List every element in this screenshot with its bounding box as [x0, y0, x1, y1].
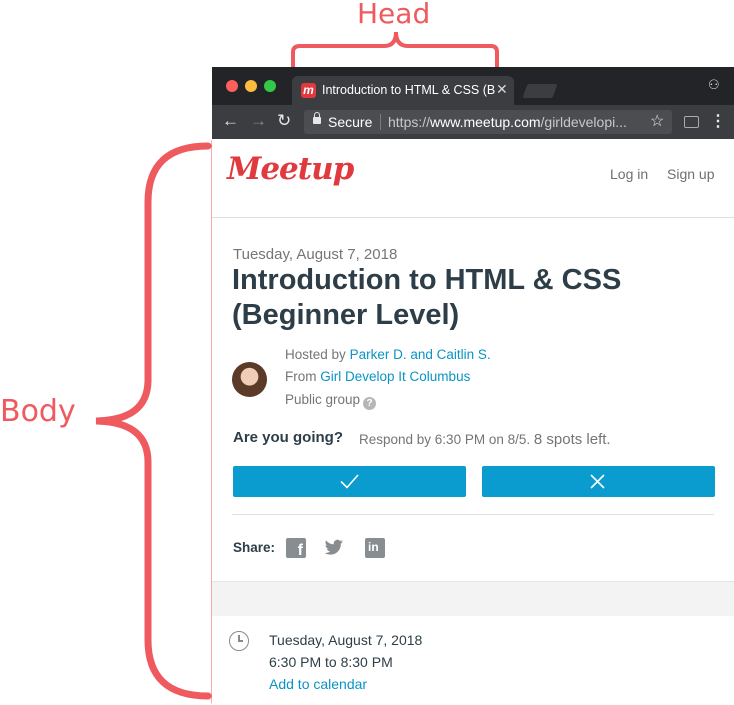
forward-arrow-icon[interactable]: →: [250, 111, 267, 131]
signup-link[interactable]: Sign up: [667, 166, 714, 182]
browser-toolbar: ← → ↻ Secure https://www.meetup.com/girl…: [212, 105, 734, 139]
spots-left: 8 spots left.: [533, 431, 611, 448]
secure-label: Secure: [328, 114, 373, 130]
zoom-window-button[interactable]: [264, 80, 276, 92]
detail-time: 6:30 PM to 8:30 PM: [269, 654, 393, 670]
share-label: Share:: [233, 540, 276, 555]
detail-date: Tuesday, August 7, 2018: [269, 632, 423, 648]
event-date: Tuesday, August 7, 2018: [233, 246, 398, 263]
meetup-favicon-icon: m: [301, 83, 316, 98]
hosted-by-line: Hosted by Parker D. and Caitlin S.: [285, 347, 491, 362]
from-label: From: [285, 369, 317, 384]
tab-title: Introduction to HTML & CSS (B: [322, 83, 496, 97]
facebook-icon[interactable]: f: [286, 538, 306, 559]
meetup-logo[interactable]: Meetup: [227, 151, 354, 187]
share-divider: [232, 514, 714, 515]
url-prefix: https://: [388, 114, 431, 130]
help-icon[interactable]: ?: [363, 397, 377, 410]
active-tab[interactable]: m Introduction to HTML & CSS (B ✕: [292, 76, 514, 105]
menu-icon[interactable]: ⋮: [710, 111, 726, 131]
login-link[interactable]: Log in: [610, 166, 648, 182]
incognito-icon: ⚇: [708, 77, 720, 92]
rsvp-no-button[interactable]: [482, 466, 715, 497]
body-brace: [95, 142, 212, 700]
group-type: Public group: [285, 392, 361, 407]
add-to-calendar-link[interactable]: Add to calendar: [269, 676, 367, 692]
group-link[interactable]: Girl Develop It Columbus: [320, 369, 470, 384]
back-arrow-icon[interactable]: ←: [222, 111, 239, 131]
section-divider-band: [212, 581, 734, 616]
group-type-line: Public group?: [285, 392, 377, 410]
group-line: From Girl Develop It Columbus: [285, 369, 470, 384]
new-tab-button[interactable]: [522, 84, 558, 98]
reload-icon[interactable]: ↻: [277, 111, 291, 131]
close-window-button[interactable]: [226, 80, 238, 92]
close-icon[interactable]: ✕: [496, 81, 508, 98]
tab-bar: m Introduction to HTML & CSS (B ✕ ⚇: [212, 67, 734, 105]
lock-icon: [313, 112, 321, 124]
minimize-window-button[interactable]: [245, 80, 257, 92]
checkmark-icon: [340, 474, 359, 489]
linkedin-icon[interactable]: in: [365, 538, 385, 558]
address-bar[interactable]: Secure https://www.meetup.com/girldevelo…: [304, 110, 672, 134]
star-icon[interactable]: ☆: [650, 111, 664, 131]
url-text: https://www.meetup.com/girldevelopi...: [388, 114, 638, 130]
address-separator: [380, 114, 381, 130]
header-divider: [212, 217, 734, 218]
hosts-link[interactable]: Parker D. and Caitlin S.: [350, 347, 491, 362]
page-content: Meetup Log in Sign up Tuesday, August 7,…: [212, 139, 734, 705]
clock-icon: [229, 631, 249, 651]
going-question: Are you going?: [233, 429, 343, 446]
cast-icon[interactable]: [684, 116, 699, 128]
respond-info: Respond by 6:30 PM on 8/5. 8 spots left.: [359, 431, 611, 448]
host-avatar[interactable]: [232, 362, 267, 397]
hosted-by-label: Hosted by: [285, 347, 346, 362]
browser-window: m Introduction to HTML & CSS (B ✕ ⚇ ← → …: [212, 67, 734, 705]
twitter-icon[interactable]: [324, 538, 344, 558]
url-path: /girldevelopi...: [540, 114, 627, 130]
rsvp-yes-button[interactable]: [233, 466, 466, 497]
event-title: Introduction to HTML & CSS (Beginner Lev…: [232, 264, 622, 331]
respond-text: Respond by 6:30 PM on 8/5.: [359, 432, 531, 447]
url-domain: www.meetup.com: [430, 114, 541, 130]
x-icon: [590, 474, 605, 489]
